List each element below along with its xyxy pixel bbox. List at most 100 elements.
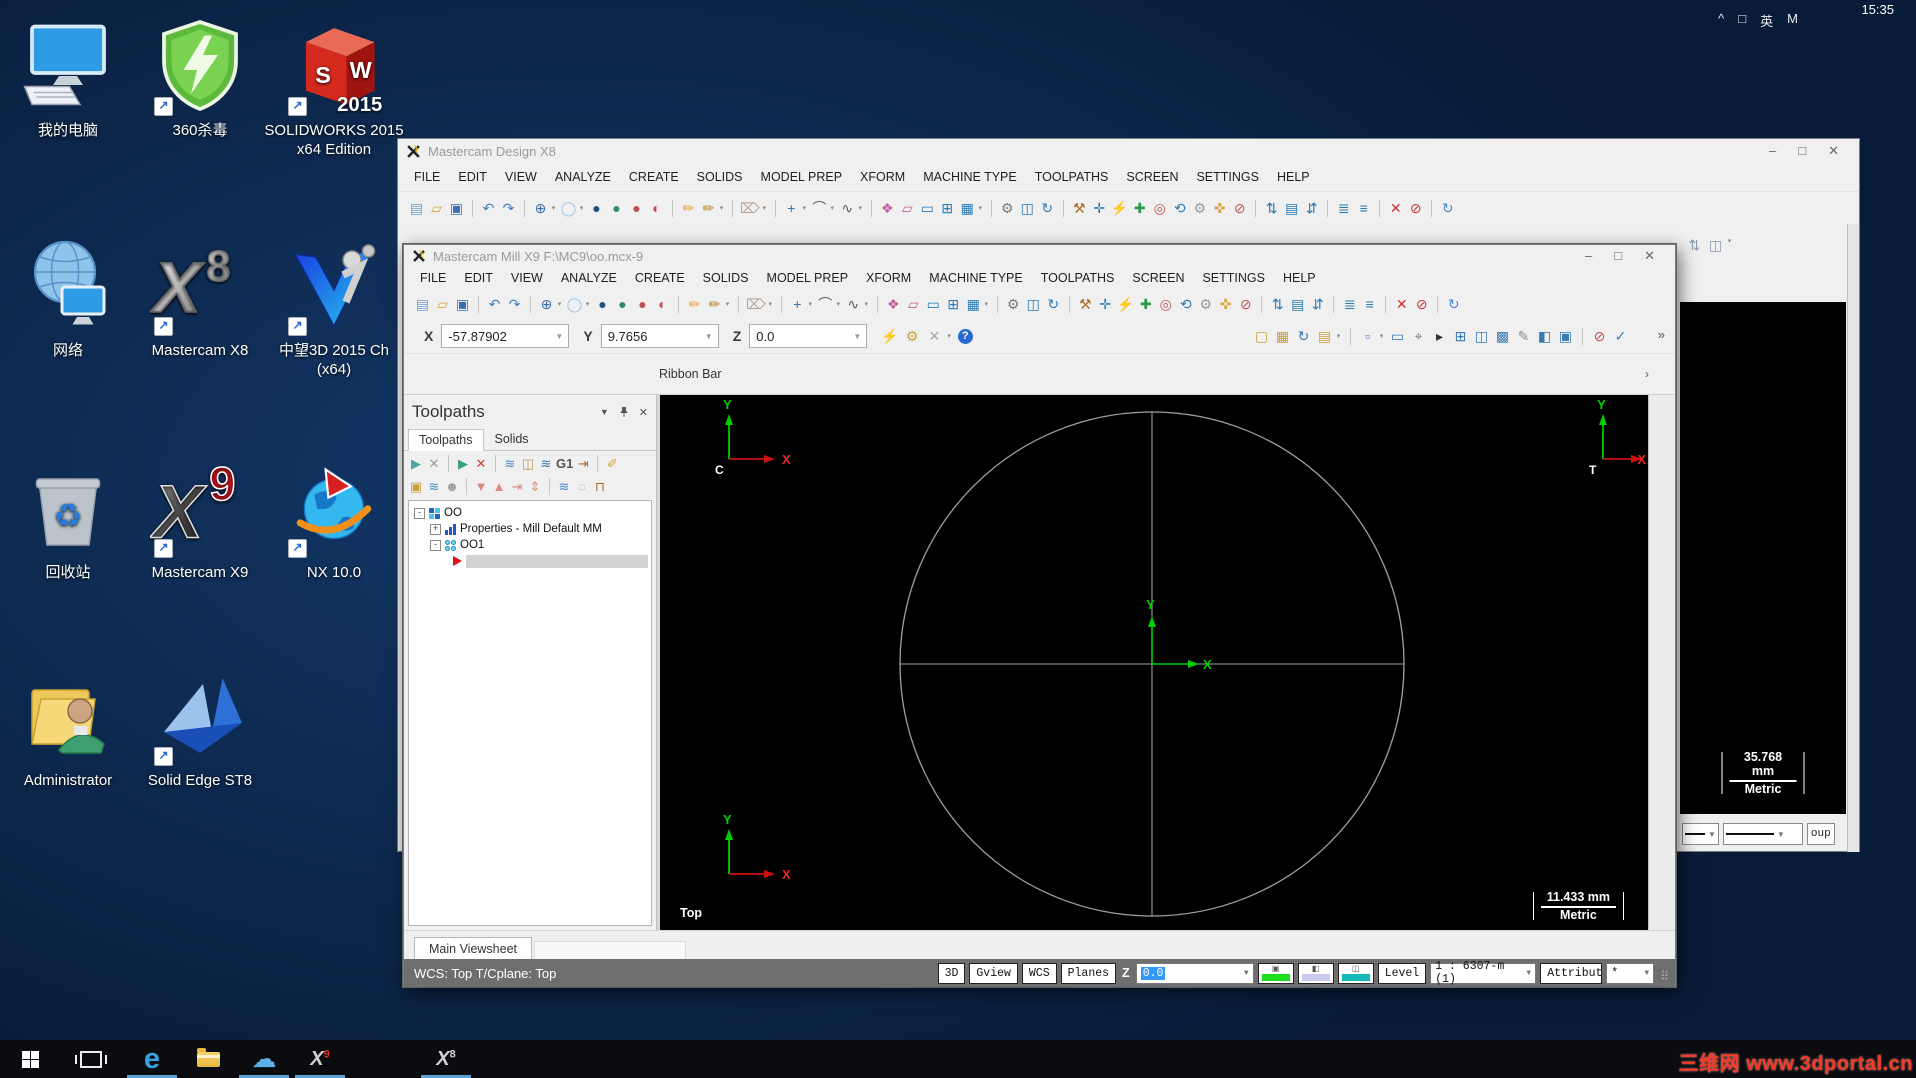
point-style-combo[interactable]: * ▼	[1606, 962, 1655, 984]
new-file-icon[interactable]: ▤	[414, 297, 431, 311]
dock-scroll-icon[interactable]: ⇅	[1686, 238, 1703, 252]
regen-icon[interactable]: ↻	[1439, 201, 1456, 215]
resize-grip[interactable]: ⣶	[1660, 966, 1669, 980]
new-viewsheet-area[interactable]	[534, 941, 687, 959]
insert-arrow-icon[interactable]: ⇥	[509, 480, 525, 493]
create-arc-icon[interactable]: ⌒	[811, 201, 828, 215]
gview-icon[interactable]: ⊕	[538, 297, 555, 311]
add-entity-icon[interactable]: ✚	[1131, 201, 1148, 215]
create-arc-icon[interactable]: ⌒	[817, 297, 834, 311]
autocursor-icon[interactable]: ✛	[1091, 201, 1108, 215]
pin-icon[interactable]	[619, 406, 629, 418]
grid-caret-icon[interactable]: ▾	[983, 301, 990, 308]
quick-mask-icon[interactable]: ⚡	[1117, 297, 1134, 311]
z-depth-icon[interactable]: ⇵	[1303, 201, 1320, 215]
collapse-toggle[interactable]: -	[430, 539, 441, 551]
point-style-icon[interactable]: ▫	[1359, 329, 1376, 343]
chevron-down-icon[interactable]: ▼	[600, 407, 609, 417]
close-button[interactable]: ✕	[1828, 143, 1839, 159]
window-select-icon[interactable]: ▭	[1389, 329, 1406, 343]
create-spline-icon[interactable]: ∿	[839, 201, 856, 215]
y-coordinate-input[interactable]: 9.7656 ▼	[600, 324, 719, 348]
delete-entity-icon[interactable]: ✕	[1393, 297, 1410, 311]
viewport-icon[interactable]: ▭	[925, 297, 942, 311]
dynamic-rotate-icon[interactable]: ⟲	[1177, 297, 1194, 311]
desktop-icon-mastercam-x8[interactable]: X 8 ↗ Mastercam X8	[138, 228, 262, 361]
menu-item[interactable]: FILE	[420, 271, 446, 285]
desktop-icon-zw3d[interactable]: ↗ 中望3D 2015 Ch (x64)	[264, 228, 404, 380]
open-file-icon[interactable]: ▱	[428, 201, 445, 215]
ok-icon[interactable]: ✓	[1612, 329, 1629, 343]
simulate-icon[interactable]: ≋	[538, 457, 554, 470]
utilities-icon[interactable]: ⚒	[1077, 297, 1094, 311]
shaded-edges-icon[interactable]: ●	[614, 297, 631, 311]
group-box[interactable]: oup	[1806, 823, 1835, 845]
utilities-icon[interactable]: ⚒	[1071, 201, 1088, 215]
selected-empty-row[interactable]	[466, 554, 648, 568]
open-file-icon[interactable]: ▱	[434, 297, 451, 311]
grid-icon[interactable]: ▦	[965, 297, 982, 311]
dock-views-icon[interactable]: ◫	[1707, 238, 1724, 252]
chevron-down-icon[interactable]: ▼	[1640, 969, 1653, 978]
graphics-viewport[interactable]: Y X Y X C Y X T Y X Top 11.433 mm Metric	[660, 395, 1648, 930]
clear-colors-caret-icon[interactable]: ▾	[761, 205, 768, 212]
taskbar-edge-button[interactable]: e	[124, 1040, 180, 1078]
minimize-button[interactable]: –	[1585, 248, 1592, 264]
ribbon-expand-chevron[interactable]: ›	[1645, 367, 1649, 381]
multi-planes-icon[interactable]: ≣	[1341, 297, 1358, 311]
point-caret-icon[interactable]: ▾	[807, 301, 814, 308]
clear-colors-caret-icon[interactable]: ▾	[767, 301, 774, 308]
planes-button[interactable]: Planes	[1060, 962, 1117, 984]
taskbar-explorer-button[interactable]	[180, 1040, 236, 1078]
xform-offset-icon[interactable]: ▱	[905, 297, 922, 311]
undo-icon[interactable]: ↶	[480, 201, 497, 215]
menu-item[interactable]: SCREEN	[1132, 271, 1184, 285]
z-coordinate-input[interactable]: 0.0 ▼	[749, 324, 868, 348]
language-indicator-icon[interactable]: 英	[1760, 11, 1773, 30]
ime-mode-icon[interactable]: M	[1787, 11, 1798, 30]
options-icon[interactable]: ⚙	[1191, 201, 1208, 215]
mill-title-bar[interactable]: Mastercam Mill X9 F:\MC9\oo.mcx-9 – □ ✕	[404, 245, 1675, 267]
viewsheets-icon[interactable]: ◫	[1473, 329, 1490, 343]
color-swatch-combo[interactable]: ▼	[1682, 823, 1719, 845]
menu-item[interactable]: MODEL PREP	[761, 170, 843, 184]
stock-grid-icon[interactable]: ▦	[1274, 329, 1291, 343]
menu-item[interactable]: MACHINE TYPE	[929, 271, 1023, 285]
options-icon[interactable]: ⚙	[1197, 297, 1214, 311]
stock-display-icon[interactable]: ▢	[1253, 329, 1270, 343]
menu-item[interactable]: VIEW	[511, 271, 543, 285]
combine-views-icon[interactable]: ◫	[1019, 201, 1036, 215]
menu-item[interactable]: TOOLPATHS	[1041, 271, 1115, 285]
maximize-button[interactable]: □	[1798, 143, 1806, 159]
chevron-down-icon[interactable]: ▼	[1522, 969, 1535, 978]
desktop-icon-recycle-bin[interactable]: ♻ 回收站	[6, 450, 130, 583]
menu-item[interactable]: ANALYZE	[555, 170, 611, 184]
new-file-icon[interactable]: ▤	[408, 201, 425, 215]
taskbar-cloud-app-button[interactable]: ☁	[236, 1040, 292, 1078]
add-entity-icon[interactable]: ✚	[1137, 297, 1154, 311]
tab-toolpaths[interactable]: Toolpaths	[408, 429, 484, 451]
z-depth-icon[interactable]: ⇵	[1309, 297, 1326, 311]
taskbar-clock[interactable]: 15:35	[1861, 2, 1894, 17]
menu-item[interactable]: HELP	[1283, 271, 1316, 285]
fit-screen-icon[interactable]: ⊞	[945, 297, 962, 311]
menu-item[interactable]: SETTINGS	[1202, 271, 1265, 285]
menu-item[interactable]: CREATE	[635, 271, 685, 285]
origin-snap-icon[interactable]: ⌖	[1410, 329, 1427, 343]
surface-color-button[interactable]: ◫	[1337, 962, 1374, 984]
regen-dirty-icon[interactable]: ✕	[473, 457, 489, 470]
menu-item[interactable]: SOLIDS	[697, 170, 743, 184]
selection-icon[interactable]: ▸	[1431, 329, 1448, 343]
menu-item[interactable]: ANALYZE	[561, 271, 617, 285]
gview-caret-icon[interactable]: ▾	[550, 205, 557, 212]
section-shade-icon[interactable]: ◐	[654, 297, 671, 311]
level-move-icon[interactable]: ⇅	[1263, 201, 1280, 215]
undelete-icon[interactable]: ⊘	[1413, 297, 1430, 311]
blank-entity-icon[interactable]: ⊘	[1231, 201, 1248, 215]
deselect-all-operations-icon[interactable]: ✕	[426, 457, 442, 470]
undelete-icon[interactable]: ⊘	[1407, 201, 1424, 215]
start-button[interactable]	[6, 1040, 54, 1078]
grid-icon[interactable]: ▦	[959, 201, 976, 215]
entity-color-button[interactable]: ▣	[1257, 962, 1294, 984]
tab-solids[interactable]: Solids	[485, 429, 539, 450]
